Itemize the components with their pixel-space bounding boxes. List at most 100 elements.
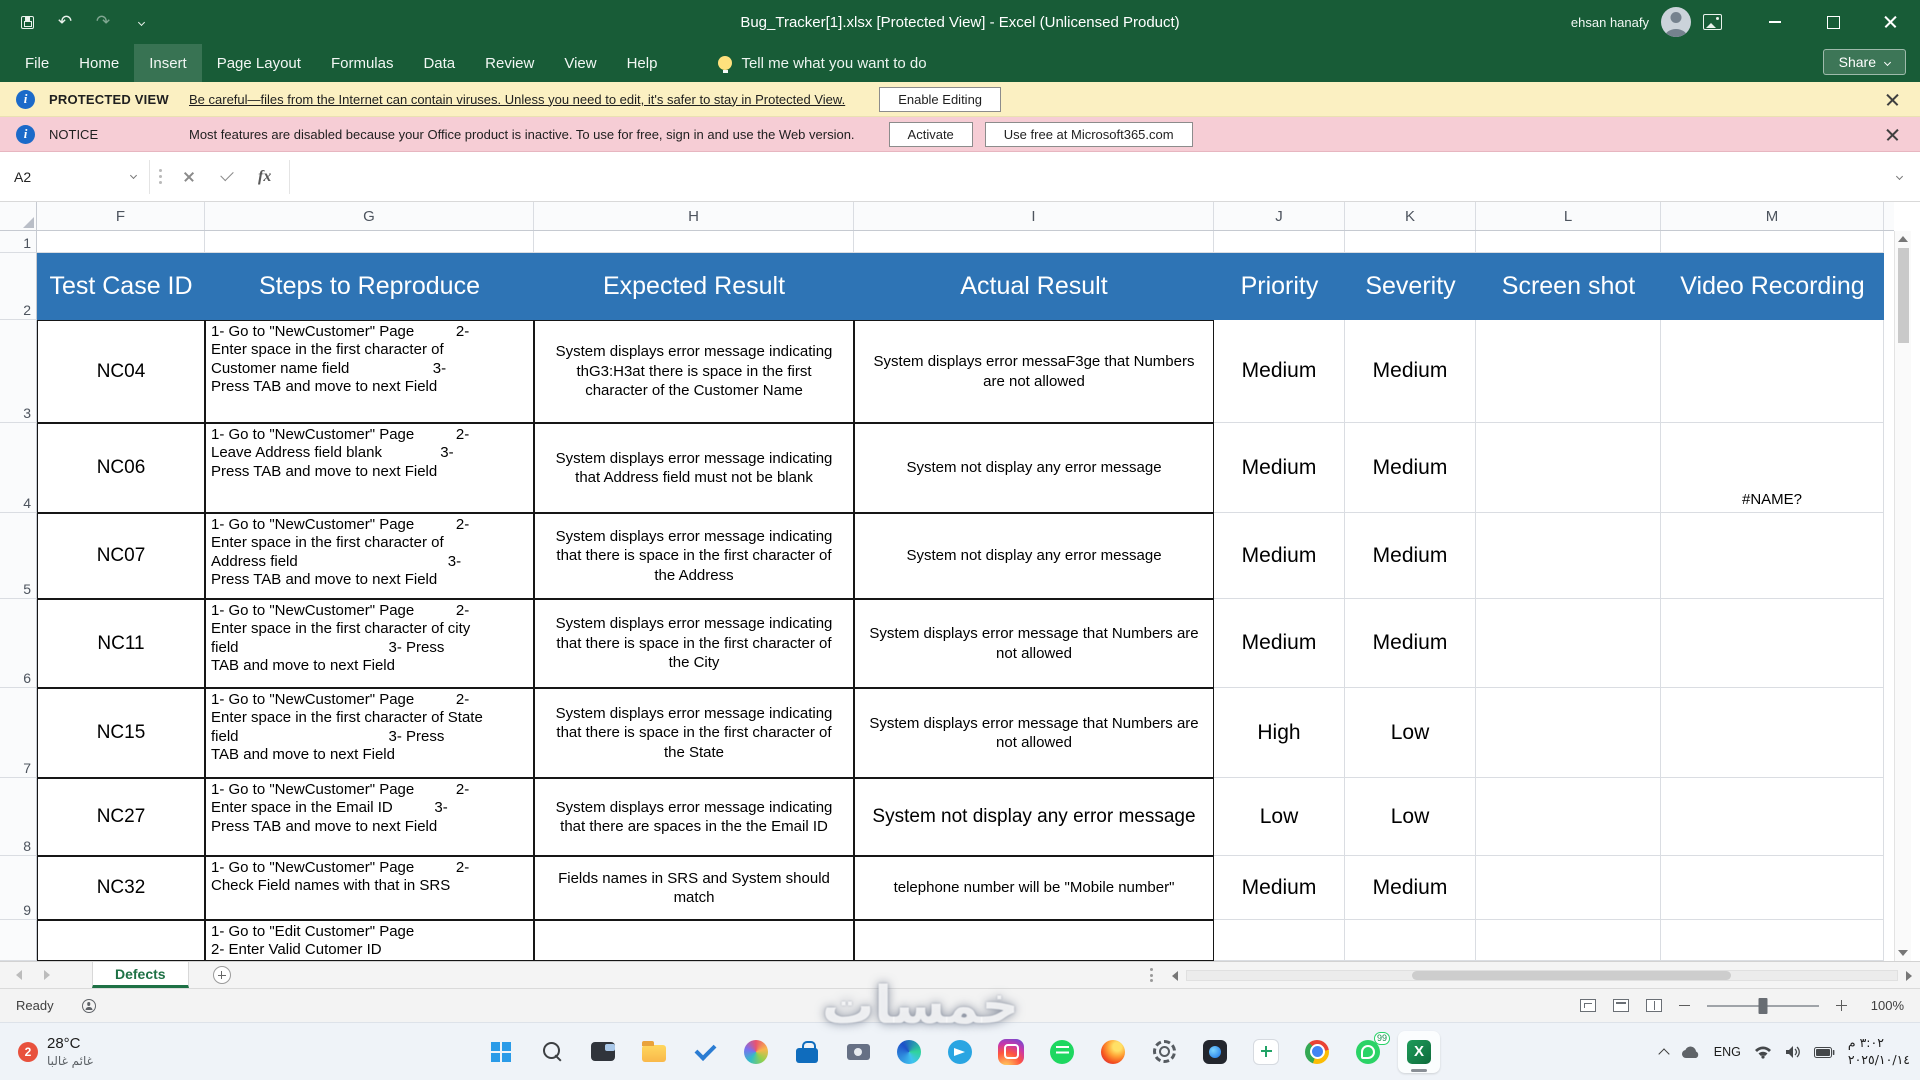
chrome-taskbar-icon[interactable] <box>1296 1031 1338 1073</box>
whatsapp-taskbar-icon[interactable]: 99 <box>1347 1031 1389 1073</box>
notes-taskbar-icon[interactable] <box>1245 1031 1287 1073</box>
ribbon-tab-help[interactable]: Help <box>612 44 673 82</box>
cell-testcase-id-NC07[interactable]: NC07 <box>37 513 205 599</box>
cell-actual-NC11[interactable]: System displays error message that Numbe… <box>854 599 1214 688</box>
cell-J-1[interactable] <box>1214 231 1345 253</box>
column-header-F[interactable]: F <box>37 202 205 230</box>
excel-taskbar-icon[interactable] <box>1398 1031 1440 1073</box>
cell-priority-NC11[interactable]: Medium <box>1214 599 1345 688</box>
scroll-up-icon[interactable] <box>1898 236 1908 242</box>
cell-screenshot-NC06[interactable] <box>1476 423 1661 513</box>
cell-testcase-id-NC11[interactable]: NC11 <box>37 599 205 688</box>
cell-steps-NC04[interactable]: 1- Go to "NewCustomer" Page 2- Enter spa… <box>205 320 534 423</box>
explorer-taskbar-icon[interactable] <box>633 1031 675 1073</box>
search-taskbar-icon[interactable] <box>531 1031 573 1073</box>
ribbon-tab-home[interactable]: Home <box>64 44 134 82</box>
cell-priority-NC27[interactable]: Low <box>1214 778 1345 856</box>
cell-expected-NC04[interactable]: System displays error message indicating… <box>534 320 854 423</box>
undo-icon[interactable] <box>56 12 74 32</box>
save-icon[interactable] <box>18 12 36 32</box>
cell-actual-NC15[interactable]: System displays error message that Numbe… <box>854 688 1214 778</box>
cell-G-1[interactable] <box>205 231 534 253</box>
media-taskbar-icon[interactable] <box>1194 1031 1236 1073</box>
scroll-left-icon[interactable] <box>1172 971 1178 981</box>
language-indicator[interactable]: ENG <box>1714 1045 1741 1059</box>
firefox-taskbar-icon[interactable] <box>1092 1031 1134 1073</box>
column-header-I[interactable]: I <box>854 202 1214 230</box>
cell-expected-NC32[interactable]: Fields names in SRS and System should ma… <box>534 856 854 920</box>
cell-severity-NC07[interactable]: Medium <box>1345 513 1476 599</box>
clock[interactable]: ٣:٠٢ م ٢٠٢٥/١٠/١٤ <box>1848 1035 1910 1069</box>
vertical-scroll-thumb[interactable] <box>1898 248 1909 343</box>
use-free-button[interactable]: Use free at Microsoft365.com <box>985 122 1193 147</box>
scroll-right-icon[interactable] <box>1906 971 1912 981</box>
horizontal-scrollbar[interactable] <box>1172 962 1912 989</box>
weather-widget[interactable]: 2 28°C غائم غالبا <box>10 1023 101 1080</box>
cell-priority-NC15[interactable]: High <box>1214 688 1345 778</box>
column-header-L[interactable]: L <box>1476 202 1661 230</box>
ribbon-display-options-icon[interactable] <box>1703 14 1722 30</box>
insert-function-icon[interactable]: fx <box>258 168 271 186</box>
cell-severity-row10[interactable] <box>1345 920 1476 961</box>
cell-screenshot-NC07[interactable] <box>1476 513 1661 599</box>
cell-actual-NC07[interactable]: System not display any error message <box>854 513 1214 599</box>
cell-expected-NC15[interactable]: System displays error message indicating… <box>534 688 854 778</box>
cell-testcase-id-NC04[interactable]: NC04 <box>37 320 205 423</box>
scroll-down-icon[interactable] <box>1898 950 1908 956</box>
cell-video-NC11[interactable] <box>1661 599 1884 688</box>
start-taskbar-icon[interactable] <box>480 1031 522 1073</box>
redo-icon[interactable] <box>94 12 112 32</box>
edge-taskbar-icon[interactable] <box>888 1031 930 1073</box>
cell-M-1[interactable] <box>1661 231 1884 253</box>
cell-K-1[interactable] <box>1345 231 1476 253</box>
cell-screenshot-NC11[interactable] <box>1476 599 1661 688</box>
ribbon-tab-data[interactable]: Data <box>408 44 470 82</box>
cell-L-1[interactable] <box>1476 231 1661 253</box>
row-header-3[interactable]: 3 <box>0 320 37 423</box>
enable-editing-button[interactable]: Enable Editing <box>879 87 1001 112</box>
cell-screenshot-row10[interactable] <box>1476 920 1661 961</box>
sheet-tab-defects[interactable]: Defects <box>92 962 189 988</box>
page-layout-view-button[interactable] <box>1613 999 1629 1012</box>
sheet-nav-right-icon[interactable] <box>44 970 50 980</box>
table-header-expected-result[interactable]: Expected Result <box>534 253 854 320</box>
volume-icon[interactable] <box>1785 1045 1801 1059</box>
cell-F-1[interactable] <box>37 231 205 253</box>
column-header-J[interactable]: J <box>1214 202 1345 230</box>
cell-screenshot-NC04[interactable] <box>1476 320 1661 423</box>
column-header-G[interactable]: G <box>205 202 534 230</box>
cell-screenshot-NC15[interactable] <box>1476 688 1661 778</box>
cell-expected-NC07[interactable]: System displays error message indicating… <box>534 513 854 599</box>
cell-video-NC06[interactable]: #NAME? <box>1661 423 1884 513</box>
battery-icon[interactable] <box>1814 1047 1835 1058</box>
row-header-1[interactable]: 1 <box>0 231 37 253</box>
tray-expand-icon[interactable] <box>1658 1048 1669 1059</box>
cell-steps-NC15[interactable]: 1- Go to "NewCustomer" Page 2- Enter spa… <box>205 688 534 778</box>
camera-taskbar-icon[interactable] <box>837 1031 879 1073</box>
zoom-slider[interactable] <box>1707 1005 1819 1007</box>
cell-video-NC07[interactable] <box>1661 513 1884 599</box>
cell-severity-NC06[interactable]: Medium <box>1345 423 1476 513</box>
wifi-icon[interactable] <box>1754 1045 1772 1059</box>
cell-severity-NC15[interactable]: Low <box>1345 688 1476 778</box>
cell-actual-row10[interactable] <box>854 920 1214 961</box>
close-button[interactable] <box>1862 0 1920 44</box>
ribbon-tab-file[interactable]: File <box>10 44 64 82</box>
cell-I-1[interactable] <box>854 231 1214 253</box>
cell-expected-NC11[interactable]: System displays error message indicating… <box>534 599 854 688</box>
cell-severity-NC11[interactable]: Medium <box>1345 599 1476 688</box>
cell-expected-NC06[interactable]: System displays error message indicating… <box>534 423 854 513</box>
cell-actual-NC32[interactable]: telephone number will be "Mobile number" <box>854 856 1214 920</box>
cell-priority-NC06[interactable]: Medium <box>1214 423 1345 513</box>
spotify-taskbar-icon[interactable] <box>1041 1031 1083 1073</box>
cell-testcase-id-NC27[interactable]: NC27 <box>37 778 205 856</box>
ribbon-tab-formulas[interactable]: Formulas <box>316 44 409 82</box>
store-taskbar-icon[interactable] <box>786 1031 828 1073</box>
cell-actual-NC06[interactable]: System not display any error message <box>854 423 1214 513</box>
cell-video-NC04[interactable] <box>1661 320 1884 423</box>
cell-steps-row10[interactable]: 1- Go to "Edit Customer" Page 2- Enter V… <box>205 920 534 961</box>
cell-testcase-id-NC06[interactable]: NC06 <box>37 423 205 513</box>
cell-steps-NC11[interactable]: 1- Go to "NewCustomer" Page 2- Enter spa… <box>205 599 534 688</box>
row-header-10[interactable] <box>0 920 37 961</box>
settings-taskbar-icon[interactable] <box>1143 1031 1185 1073</box>
